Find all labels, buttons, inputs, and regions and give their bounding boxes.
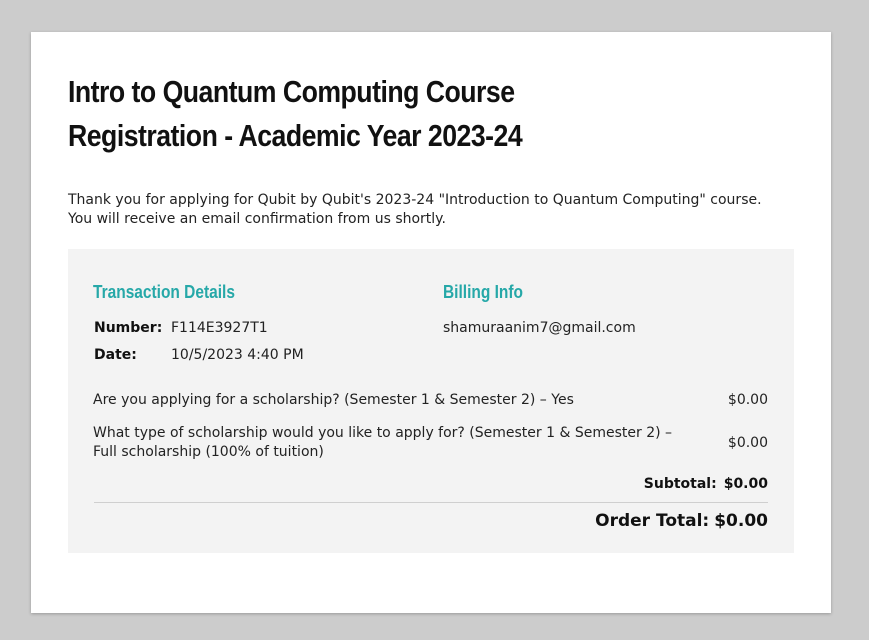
line-item-description: What type of scholarship would you like … [93, 425, 673, 460]
line-item: Are you applying for a scholarship? (Sem… [93, 391, 768, 410]
billing-email: shamuraanim7@gmail.com [443, 320, 636, 336]
line-item-description: Are you applying for a scholarship? (Sem… [93, 392, 574, 408]
line-item-price: $0.00 [727, 434, 768, 451]
order-total-label: Order Total: [595, 511, 710, 531]
transaction-date-value: 10/5/2023 4:40 PM [171, 347, 304, 363]
transaction-number-row: Number: F114E3927T1 [94, 319, 268, 338]
transaction-details-heading: Transaction Details [93, 282, 235, 302]
confirmation-message: Thank you for applying for Qubit by Qubi… [68, 192, 762, 227]
confirmation-card: Intro to Quantum Computing Course Regist… [31, 32, 831, 613]
order-total-row: Order Total: $0.00 [93, 510, 768, 532]
line-item: What type of scholarship would you like … [93, 424, 768, 462]
total-divider [94, 502, 768, 503]
transaction-number-value: F114E3927T1 [171, 320, 268, 336]
order-total-value: $0.00 [714, 511, 768, 531]
transaction-number-label: Number: [94, 320, 163, 336]
page-title: Intro to Quantum Computing Course Regist… [68, 74, 523, 153]
subtotal-value: $0.00 [723, 476, 768, 492]
subtotal-label: Subtotal: [643, 476, 717, 492]
order-summary-panel: Transaction Details Billing Info Number:… [68, 249, 794, 553]
subtotal-row: Subtotal: $0.00 [93, 475, 768, 494]
billing-info-heading: Billing Info [443, 282, 523, 302]
line-item-price: $0.00 [727, 392, 768, 408]
transaction-date-label: Date: [94, 347, 137, 363]
transaction-date-row: Date: 10/5/2023 4:40 PM [94, 346, 304, 365]
